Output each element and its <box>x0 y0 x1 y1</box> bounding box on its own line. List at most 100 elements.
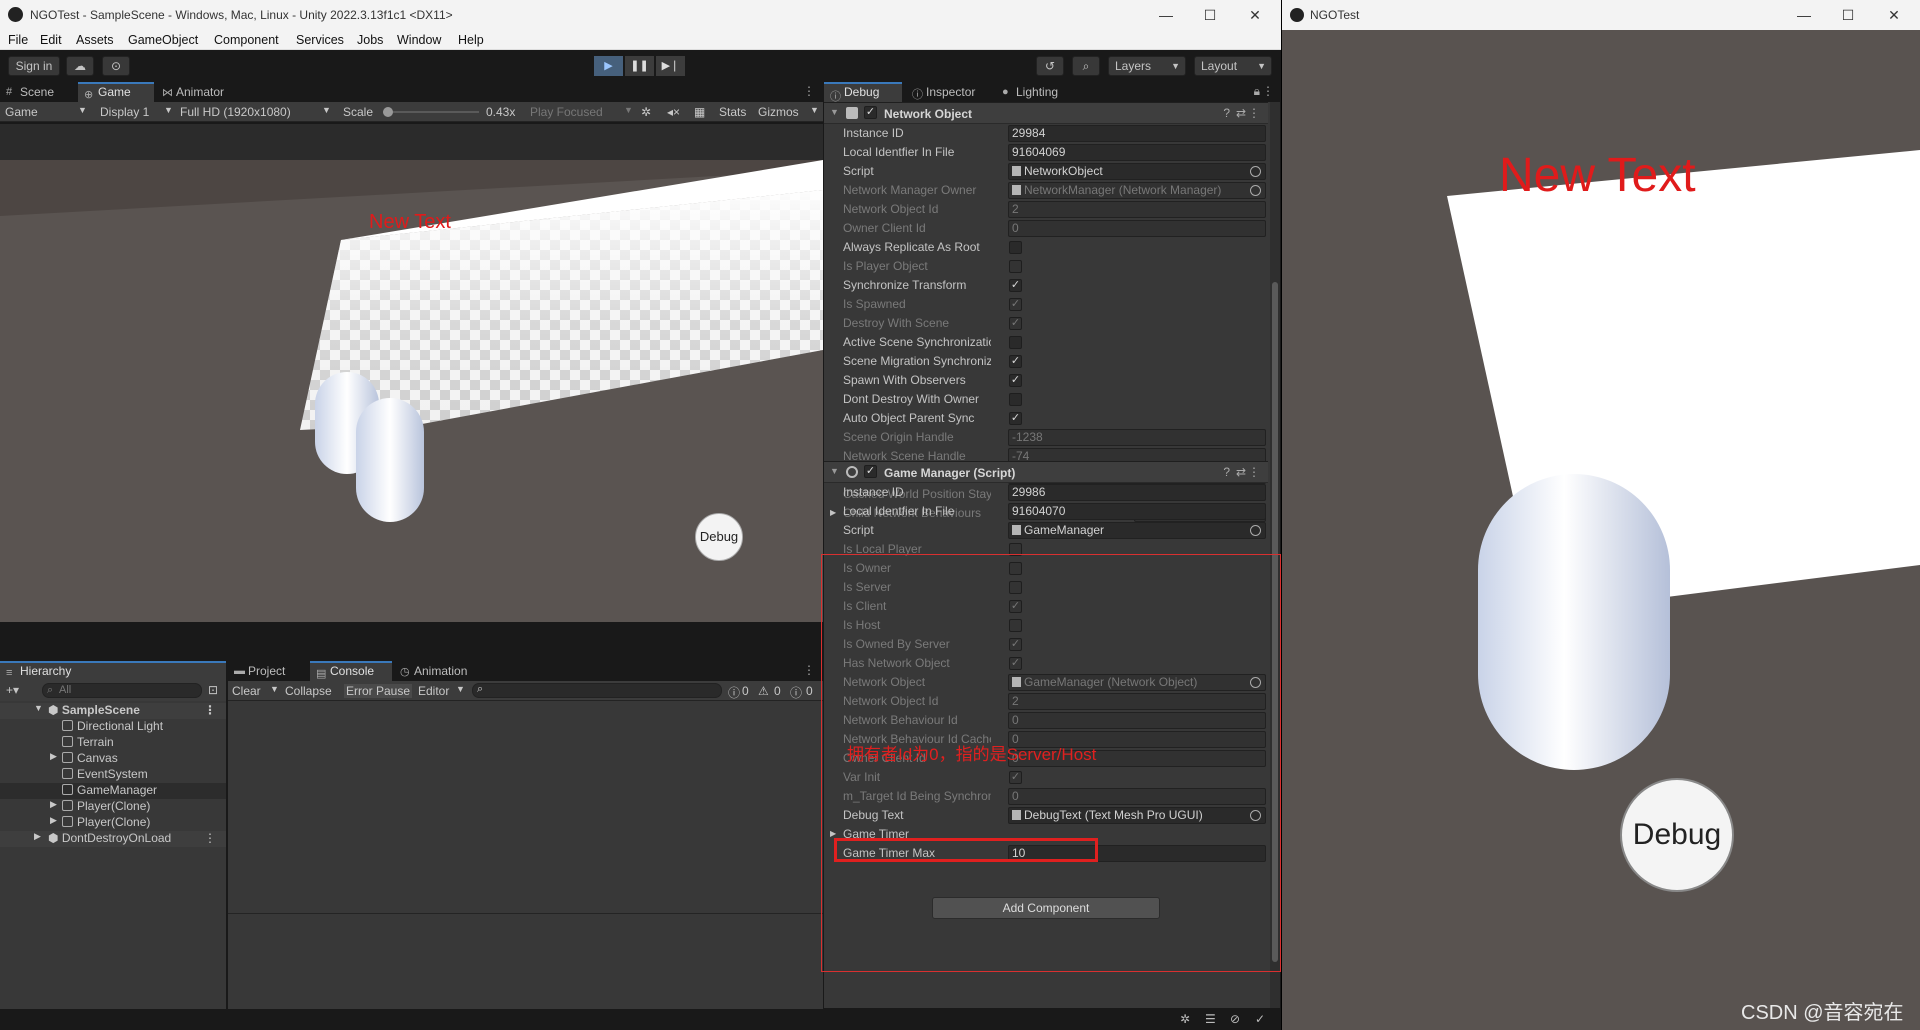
resolution-dropdown[interactable]: Full HD (1920x1080) <box>180 105 291 119</box>
hierarchy-item-eventsystem[interactable]: EventSystem <box>0 767 226 783</box>
bug-icon[interactable]: ✲ <box>1180 1012 1190 1026</box>
tab-game[interactable]: ⊕ Game <box>78 82 154 102</box>
expand-arrow-icon[interactable]: ▼ <box>34 703 43 713</box>
layout-dropdown[interactable]: Layout ▼ <box>1194 56 1272 76</box>
hierarchy-item-dontdestroyonload[interactable]: ▶ ⬢ DontDestroyOnLoad ⋮ <box>0 831 226 847</box>
more-options-icon[interactable]: ⋮ <box>1248 465 1260 479</box>
object-picker-icon[interactable] <box>1250 525 1261 536</box>
tab-hierarchy[interactable]: ≡ Hierarchy <box>0 661 226 681</box>
property-checkbox[interactable] <box>1009 241 1022 254</box>
property-checkbox[interactable] <box>1009 393 1022 406</box>
property-checkbox[interactable] <box>1009 336 1022 349</box>
object-field[interactable]: GameManager <box>1008 522 1266 539</box>
foldout-arrow-icon[interactable]: ▼ <box>830 107 839 117</box>
menu-jobs[interactable]: Jobs <box>357 33 383 47</box>
help-icon[interactable]: ? <box>1223 106 1230 120</box>
more-options-icon[interactable]: ⋮ <box>204 831 216 845</box>
play-focused-dropdown[interactable]: Play Focused <box>530 105 603 119</box>
menu-edit[interactable]: Edit <box>40 33 62 47</box>
gizmos-button[interactable]: Gizmos <box>758 105 799 119</box>
tab-animator[interactable]: ⋈ Animator <box>156 82 246 102</box>
object-picker-icon[interactable] <box>1250 185 1261 196</box>
pause-button[interactable]: ❚❚ <box>625 56 654 76</box>
expand-arrow-icon[interactable]: ▶ <box>50 815 57 826</box>
grid-display-icon[interactable]: ▦ <box>694 105 705 119</box>
filter-icon[interactable]: ⊡ <box>208 683 218 697</box>
more-options-icon[interactable]: ⋮ <box>803 84 815 98</box>
history-icon[interactable]: ↺ <box>1036 56 1064 76</box>
step-button[interactable]: ▶❘ <box>656 56 685 76</box>
property-checkbox[interactable]: ✓ <box>1009 374 1022 387</box>
maximize-button[interactable]: ☐ <box>1828 4 1868 26</box>
value-field[interactable]: 29984 <box>1008 125 1266 142</box>
menu-assets[interactable]: Assets <box>76 33 114 47</box>
sign-in-button[interactable]: Sign in <box>8 56 60 76</box>
component-enabled-checkbox[interactable]: ✓ <box>864 106 877 119</box>
info-icon[interactable]: ⓘ <box>728 684 740 701</box>
menu-gameobject[interactable]: GameObject <box>128 33 198 47</box>
layers-dropdown[interactable]: Layers ▼ <box>1108 56 1186 76</box>
more-options-icon[interactable]: ⋮ <box>1248 106 1260 120</box>
warning-icon[interactable]: ⚠ <box>758 684 769 698</box>
foldout-arrow-icon[interactable]: ▼ <box>830 466 839 476</box>
close-button[interactable]: ✕ <box>1235 4 1275 26</box>
tab-lighting[interactable]: ● Lighting <box>996 82 1082 102</box>
scale-slider[interactable] <box>383 107 479 117</box>
game-mode-dropdown[interactable]: Game <box>5 105 38 119</box>
object-field[interactable]: NetworkObject <box>1008 163 1266 180</box>
display-dropdown[interactable]: Display 1 <box>100 105 149 119</box>
minimize-button[interactable]: — <box>1146 4 1186 26</box>
editor-dropdown[interactable]: Editor <box>418 684 449 698</box>
debug-button[interactable]: Debug <box>1620 778 1734 892</box>
tab-debug[interactable]: ⓘ Debug <box>824 82 902 103</box>
stats-button[interactable]: Stats <box>719 105 746 119</box>
lock-icon[interactable]: 🔒︎ <box>1254 84 1260 99</box>
value-field[interactable]: 91604069 <box>1008 144 1266 161</box>
menu-help[interactable]: Help <box>458 33 484 47</box>
hierarchy-item-terrain[interactable]: Terrain <box>0 735 226 751</box>
menu-component[interactable]: Component <box>214 33 279 47</box>
hierarchy-item-player-clone[interactable]: ▶ Player(Clone) <box>0 799 226 815</box>
bug-icon[interactable]: ✲ <box>641 105 651 119</box>
menu-window[interactable]: Window <box>397 33 441 47</box>
ngotest-game-window[interactable]: NGOTest — ☐ ✕ New Text Debug CSDN @音容宛在 <box>1282 0 1920 1030</box>
hierarchy-item-gamemanager[interactable]: GameManager <box>0 783 226 799</box>
stack-icon[interactable]: ☰ <box>1205 1012 1216 1026</box>
value-field[interactable]: 91604070 <box>1008 503 1266 520</box>
hierarchy-item-directional-light[interactable]: Directional Light <box>0 719 226 735</box>
hierarchy-item-player-clone[interactable]: ▶ Player(Clone) <box>0 815 226 831</box>
game-view[interactable]: New Text Debug <box>0 124 823 622</box>
preset-icon[interactable]: ⇄ <box>1236 106 1246 120</box>
close-button[interactable]: ✕ <box>1874 4 1914 26</box>
network-object-header[interactable]: ▼ ✓ Network Object ? ⇄ ⋮ <box>824 102 1268 124</box>
tab-scene[interactable]: # Scene <box>0 82 78 102</box>
console-search-input[interactable]: ⌕ <box>472 683 722 698</box>
tab-animation[interactable]: ◷ Animation <box>394 661 490 681</box>
network-icon[interactable]: ⊘ <box>1230 1012 1240 1026</box>
search-icon[interactable]: ⌕ <box>1072 56 1100 76</box>
component-enabled-checkbox[interactable]: ✓ <box>864 465 877 478</box>
menu-services[interactable]: Services <box>296 33 344 47</box>
scale-slider-thumb[interactable] <box>383 107 393 117</box>
expand-arrow-icon[interactable]: ▶ <box>50 799 57 810</box>
game-manager-header[interactable]: ▼ ✓ Game Manager (Script) ? ⇄ ⋮ <box>824 461 1268 483</box>
menu-file[interactable]: File <box>8 33 28 47</box>
expand-arrow-icon[interactable]: ▶ <box>50 751 57 762</box>
help-icon[interactable]: ? <box>1223 465 1230 479</box>
tab-inspector[interactable]: ⓘ Inspector <box>906 82 992 102</box>
property-checkbox[interactable]: ✓ <box>1009 412 1022 425</box>
more-options-icon[interactable]: ⋮ <box>803 663 815 677</box>
tab-project[interactable]: ▬ Project <box>228 661 308 681</box>
add-icon[interactable]: +▾ <box>6 683 19 697</box>
error-pause-button[interactable]: Error Pause <box>344 684 413 698</box>
preset-icon[interactable]: ⇄ <box>1236 465 1246 479</box>
tab-console[interactable]: ▤ Console <box>310 661 392 681</box>
collapse-button[interactable]: Collapse <box>285 684 332 698</box>
expand-arrow-icon[interactable]: ▶ <box>34 831 41 842</box>
play-button[interactable]: ▶ <box>594 56 623 76</box>
cloud-icon[interactable]: ☁ <box>66 56 94 76</box>
minimize-button[interactable]: — <box>1784 4 1824 26</box>
mute-audio-icon[interactable]: ◂× <box>667 105 680 119</box>
check-icon[interactable]: ✓ <box>1255 1012 1265 1026</box>
hierarchy-item-samplescene[interactable]: ▼ ⬢ SampleScene ⋮ <box>0 703 226 719</box>
